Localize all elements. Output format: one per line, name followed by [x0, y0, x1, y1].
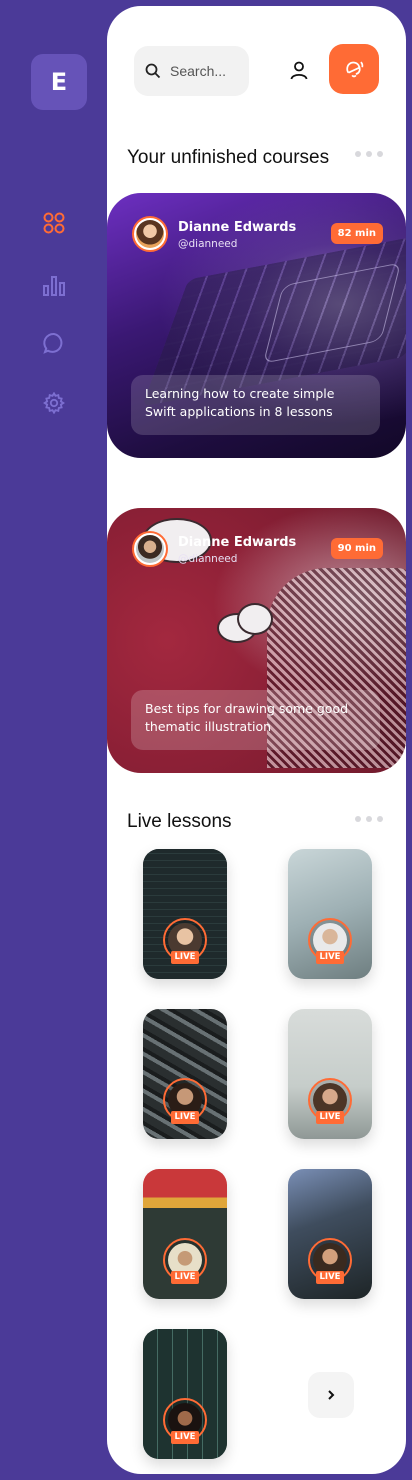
nav-settings[interactable]	[40, 389, 68, 417]
course-description: Learning how to create simple Swift appl…	[131, 375, 380, 435]
nav-messages[interactable]	[40, 329, 68, 357]
unfinished-more-button[interactable]	[355, 149, 383, 159]
search-icon	[145, 63, 161, 79]
chart-icon	[43, 276, 65, 296]
author-handle: @dianneed	[178, 553, 238, 565]
live-lesson-card[interactable]: LIVE	[143, 1329, 227, 1459]
course-card[interactable]: Dianne Edwards @dianneed 82 min Learning…	[107, 193, 406, 458]
author-handle: @dianneed	[178, 238, 238, 250]
unfinished-courses-title: Your unfinished courses	[127, 147, 330, 168]
main-panel: Your unfinished courses Dianne Edwards @…	[107, 6, 406, 1474]
live-badge: LIVE	[171, 1271, 199, 1284]
live-more-button[interactable]	[355, 814, 383, 824]
live-lesson-card[interactable]: LIVE	[143, 849, 227, 979]
next-page-button[interactable]	[308, 1372, 354, 1418]
author-avatar	[132, 531, 168, 567]
chat-icon	[43, 332, 63, 354]
cloud-doodle	[237, 603, 273, 635]
duration-badge: 90 min	[330, 538, 383, 559]
author-name: Dianne Edwards	[178, 535, 297, 550]
search-input[interactable]	[170, 63, 238, 79]
live-badge: LIVE	[171, 1111, 199, 1124]
search-box[interactable]	[134, 46, 249, 96]
profile-button[interactable]	[285, 56, 313, 84]
live-badge: LIVE	[316, 951, 344, 964]
course-card[interactable]: Dianne Edwards @dianneed 90 min Best tip…	[107, 508, 406, 773]
live-badge: LIVE	[171, 951, 199, 964]
gear-icon	[43, 392, 65, 414]
grid-icon	[43, 212, 65, 234]
live-lesson-card[interactable]: LIVE	[288, 849, 372, 979]
app-logo[interactable]: E	[31, 54, 87, 110]
live-lesson-card[interactable]: LIVE	[288, 1169, 372, 1299]
live-badge: LIVE	[171, 1431, 199, 1444]
live-badge: LIVE	[316, 1111, 344, 1124]
notifications-button[interactable]	[329, 44, 379, 94]
author-avatar	[132, 216, 168, 252]
chevron-right-icon	[328, 1390, 335, 1400]
user-icon	[290, 61, 308, 80]
course-description: Best tips for drawing some good thematic…	[131, 690, 380, 750]
nav-stats[interactable]	[40, 271, 68, 299]
duration-badge: 82 min	[330, 223, 383, 244]
logo-letter: E	[50, 68, 68, 96]
author-name: Dianne Edwards	[178, 220, 297, 235]
live-lessons-title: Live lessons	[127, 811, 232, 832]
live-lesson-card[interactable]: LIVE	[288, 1009, 372, 1139]
bell-icon	[346, 61, 364, 78]
live-lesson-card[interactable]: LIVE	[143, 1009, 227, 1139]
live-lesson-card[interactable]: LIVE	[143, 1169, 227, 1299]
nav-dashboard[interactable]	[40, 209, 68, 237]
live-badge: LIVE	[316, 1271, 344, 1284]
